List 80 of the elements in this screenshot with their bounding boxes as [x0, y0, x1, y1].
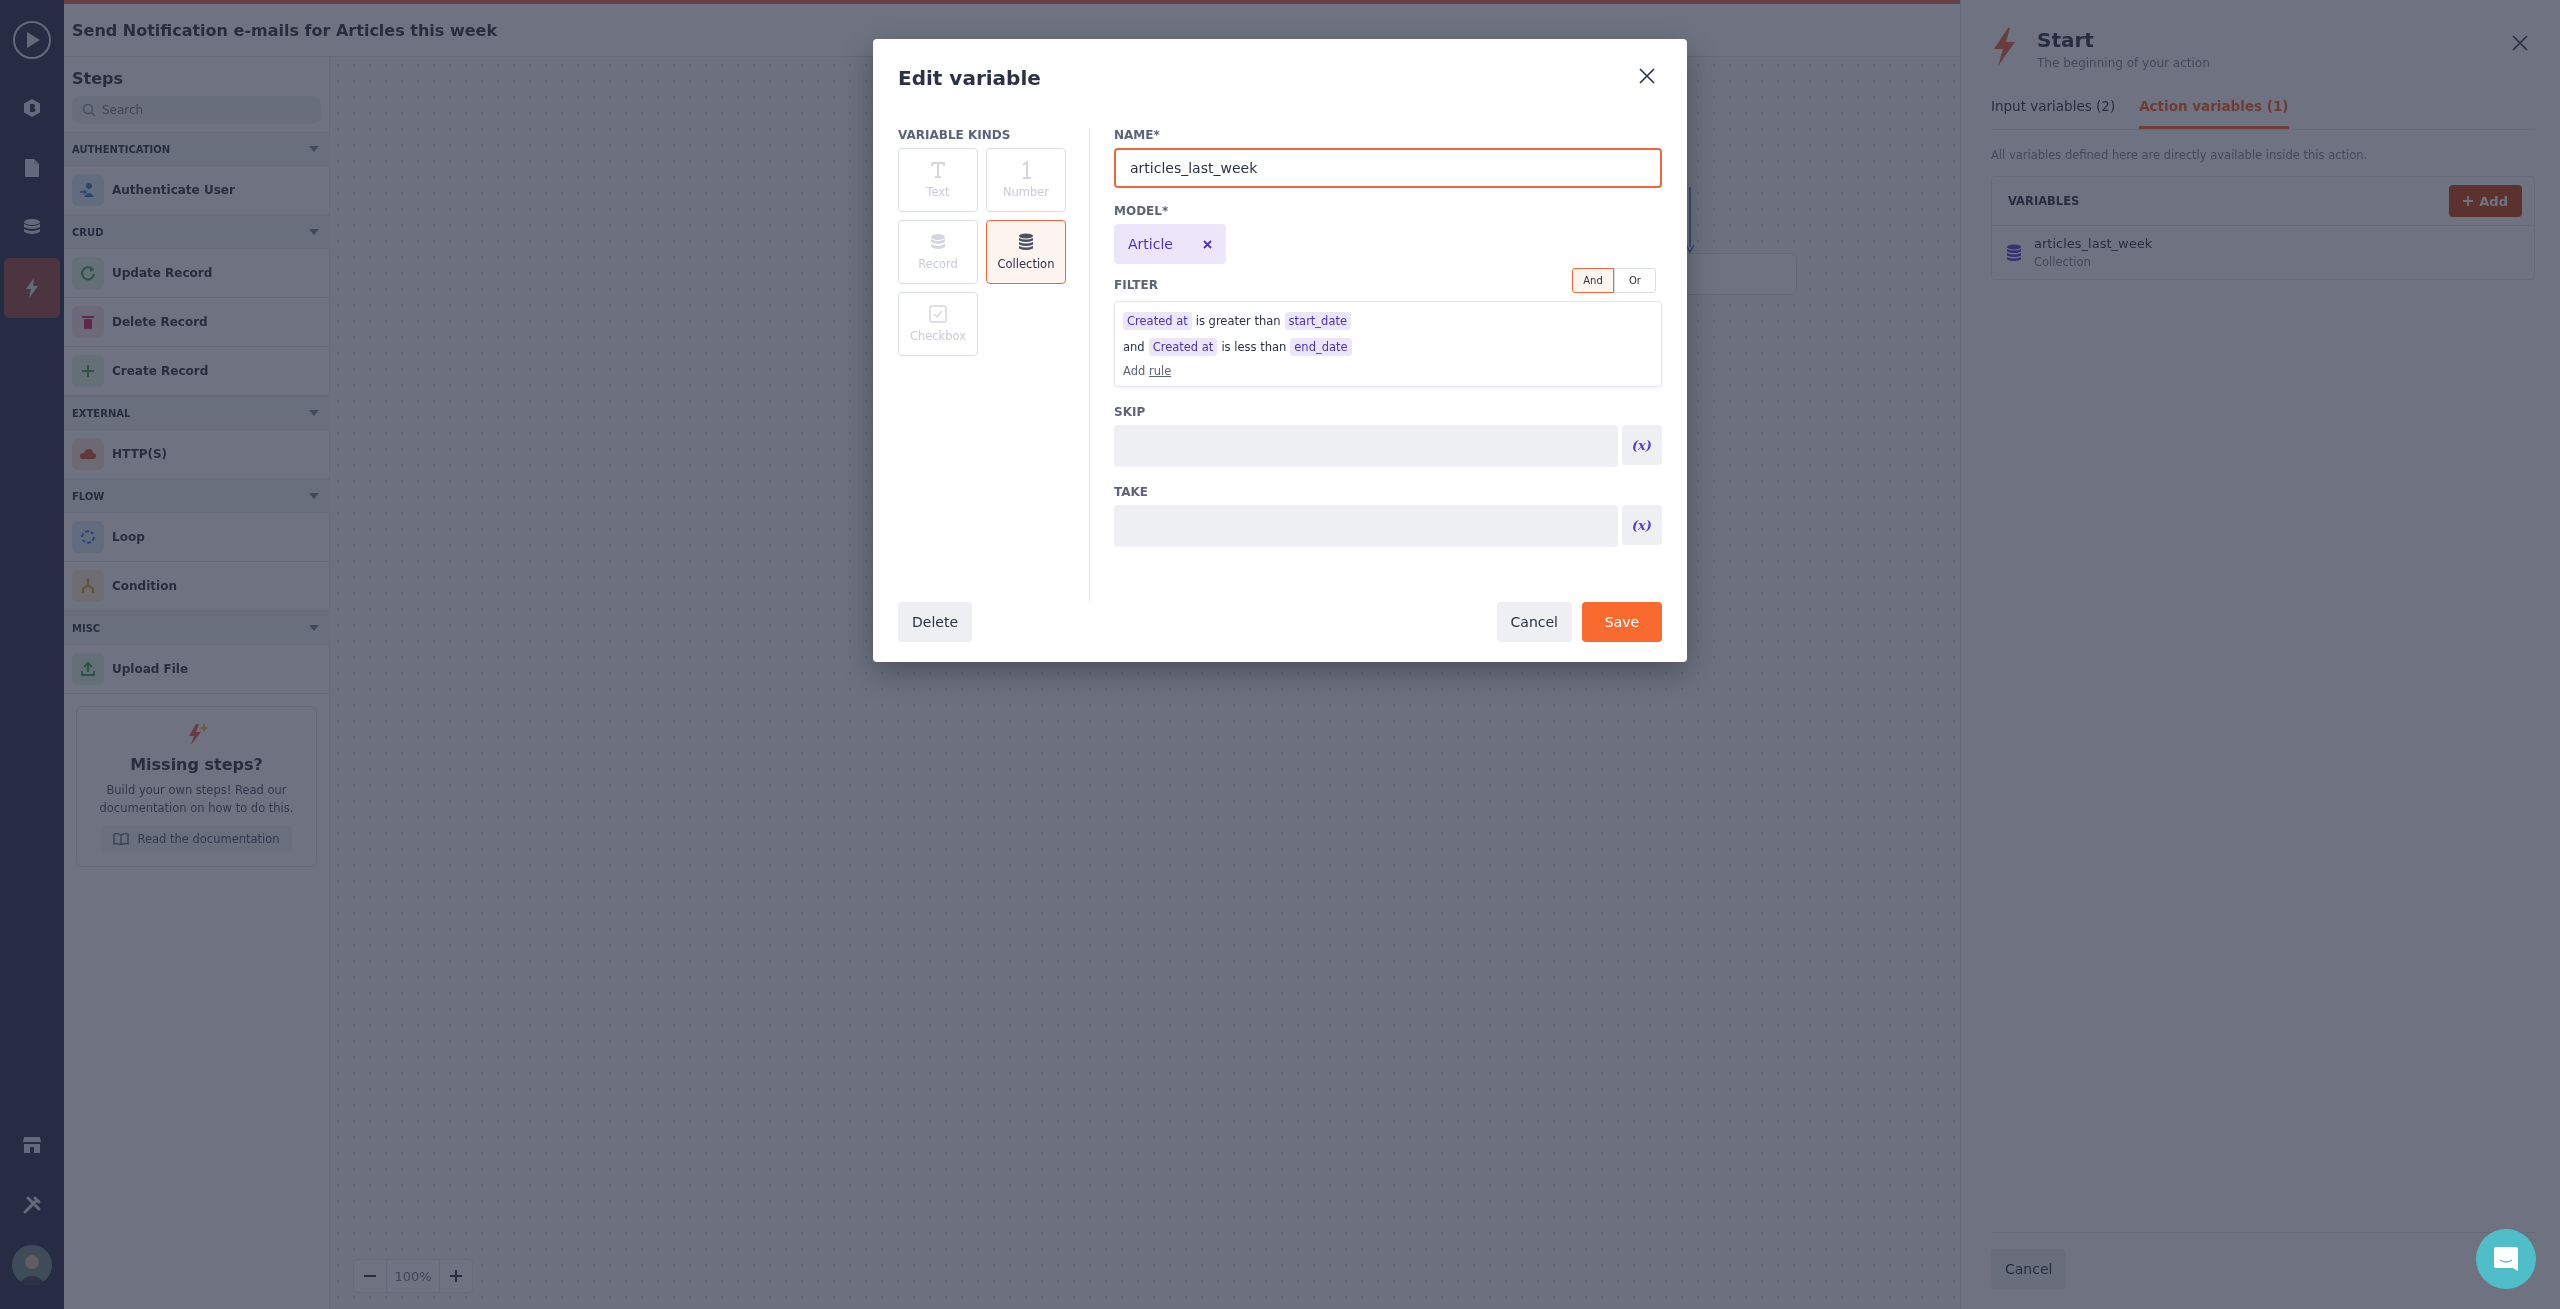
upload-icon [78, 659, 98, 679]
cancel-button[interactable]: Cancel [1496, 602, 1572, 642]
add-rule-text: Add rule [1123, 364, 1173, 378]
stack-icon [2006, 243, 2022, 262]
loop-icon [78, 527, 98, 547]
close-icon [2511, 34, 2529, 52]
field-tag[interactable]: Created at [1148, 338, 1218, 356]
step-item[interactable]: Delete Record [64, 298, 329, 347]
group-header[interactable]: CRUD [64, 215, 329, 249]
add-button[interactable]: Add [2449, 185, 2522, 217]
variable-button[interactable]: (x) [1622, 505, 1662, 545]
group-title: FLOW [72, 490, 105, 502]
value-tag[interactable]: start_date [1284, 312, 1352, 330]
bolt-icon [1991, 28, 2017, 66]
plus-icon [2463, 196, 2474, 206]
checkbox-icon [929, 305, 947, 323]
flow-connector [1686, 187, 1694, 253]
record-icon [930, 233, 946, 251]
dialog-title: Edit variable [898, 65, 1041, 90]
play-icon [12, 20, 52, 60]
search-icon [82, 103, 96, 117]
avatar[interactable] [12, 1245, 52, 1285]
help-text: Build your own steps! Read our documentation on how to do this. [98, 782, 295, 817]
refresh-icon [78, 263, 98, 283]
action-title: Send Notification e-mails for Articles this week [72, 20, 498, 40]
value-tag[interactable]: end_date [1290, 338, 1352, 356]
step-item[interactable]: Loop [64, 513, 329, 562]
rail-item[interactable] [4, 258, 60, 318]
store-icon [22, 1136, 42, 1154]
documentation-button[interactable]: Read the documentation [101, 825, 292, 852]
number-icon [1020, 161, 1032, 179]
group-header[interactable]: AUTHENTICATION [64, 132, 329, 166]
rule-operator: is greater than [1195, 314, 1281, 328]
field-label: FILTER [1114, 278, 1158, 292]
stack-icon [1018, 233, 1034, 251]
group-title: MISC [72, 622, 101, 634]
logic-toggle[interactable]: Or [1614, 268, 1656, 293]
group-title: AUTHENTICATION [72, 143, 171, 155]
cancel-button[interactable]: Cancel [1991, 1249, 2067, 1289]
kind-option[interactable]: Collection [986, 220, 1066, 284]
rule-operator: is less than [1221, 340, 1287, 354]
book-icon [113, 832, 130, 845]
group-header[interactable]: FLOW [64, 479, 329, 513]
minus-icon [364, 1275, 376, 1277]
remove-button[interactable] [1202, 239, 1212, 249]
page-icon [24, 158, 40, 178]
variable-button[interactable]: (x) [1622, 425, 1662, 465]
panel-title: Start [2037, 28, 2095, 52]
panel-tab[interactable]: Input variables (2) [1991, 98, 2116, 129]
field-tag[interactable]: Created at [1123, 312, 1192, 330]
field-label: NAME* [1114, 128, 1161, 142]
steps-heading: Steps [71, 68, 124, 90]
field-label: TAKE [1114, 485, 1150, 499]
logic-toggle[interactable]: And [1572, 268, 1614, 293]
bolt-icon [25, 278, 39, 298]
text-icon [930, 161, 946, 179]
tools-icon [22, 1195, 42, 1215]
field-label: SKIP [1114, 405, 1147, 419]
save-button[interactable]: Save [1582, 602, 1662, 642]
kinds-label: VARIABLE KINDS [898, 128, 1012, 142]
close-icon [1202, 239, 1212, 249]
field-label: MODEL* [1114, 204, 1170, 218]
panel-tab[interactable]: Action variables (1) [2139, 98, 2289, 129]
name-field[interactable]: articles_last_week [1114, 148, 1662, 188]
rule-conjunction: and [1123, 340, 1145, 354]
step-item[interactable]: Update Record [64, 249, 329, 298]
variables-heading: VARIABLES [2008, 194, 2080, 208]
close-icon [1638, 67, 1656, 85]
group-header[interactable]: MISC [64, 611, 329, 645]
group-title: EXTERNAL [72, 407, 131, 419]
delete-button[interactable]: Delete [898, 602, 972, 642]
chat-icon [2492, 1245, 2520, 1273]
help-title: Missing steps? [130, 755, 263, 774]
group-title: CRUD [72, 226, 104, 238]
model-chip[interactable]: Article [1114, 224, 1226, 264]
group-header[interactable]: EXTERNAL [64, 396, 329, 430]
step-item[interactable]: Upload File [64, 645, 329, 694]
plus-icon [450, 1270, 462, 1282]
hexagon-logo-icon [22, 98, 42, 118]
rule-link[interactable]: rule [1148, 364, 1172, 378]
